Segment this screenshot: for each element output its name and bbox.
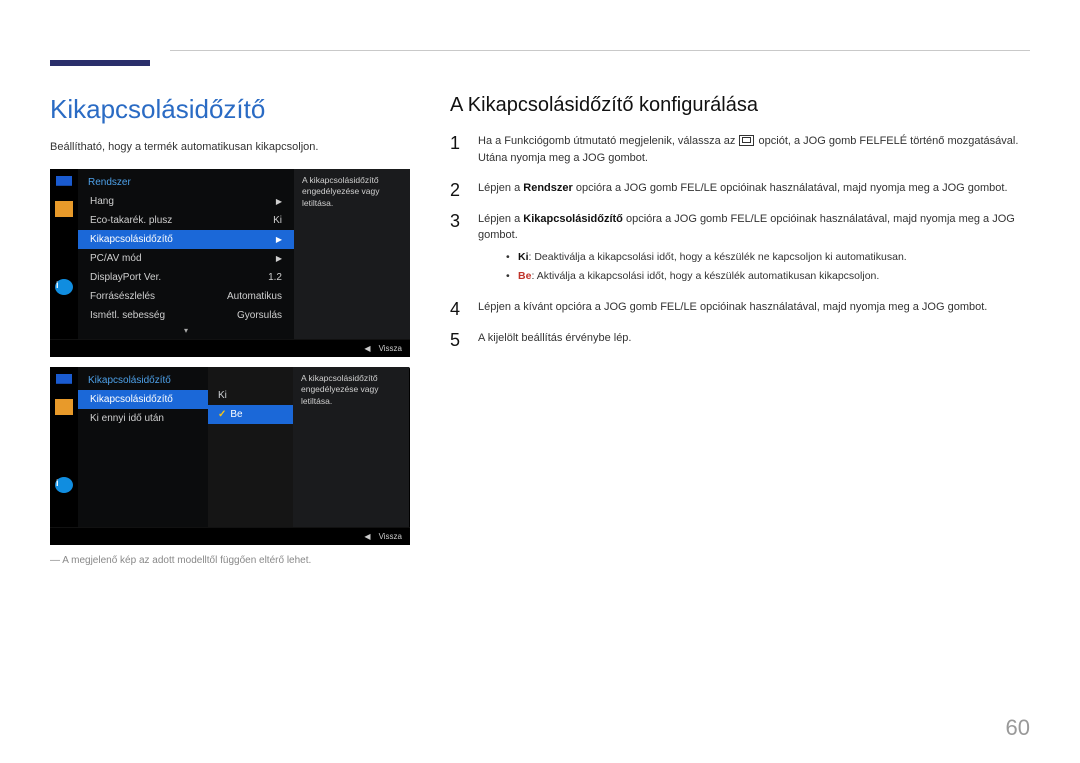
menu-icon bbox=[739, 135, 754, 146]
chevron-right-icon: ▶ bbox=[276, 235, 282, 244]
step-text: opcióra a JOG gomb FEL/LE opcióinak hasz… bbox=[573, 182, 1008, 194]
step-text: Lépjen a bbox=[478, 213, 523, 225]
picture-icon bbox=[55, 175, 73, 191]
chevron-down-icon: ▾ bbox=[78, 325, 294, 335]
menu-item-offtimer[interactable]: Kikapcsolásidőzítő ▶ bbox=[78, 230, 294, 249]
menu-item-value: Gyorsulás bbox=[237, 310, 282, 321]
options-bullets: Ki: Deaktiválja a kikapcsolási időt, hog… bbox=[506, 250, 1030, 286]
menu-item-pcav[interactable]: PC/AV mód ▶ bbox=[78, 249, 294, 268]
target-icon bbox=[55, 425, 73, 441]
menu-item-label: Kikapcsolásidőzítő bbox=[90, 394, 173, 405]
step-4: Lépjen a kívánt opcióra a JOG gomb FEL/L… bbox=[450, 299, 1030, 316]
osd-footer: ◀ Vissza bbox=[50, 339, 410, 357]
osd-menu-system: i Rendszer Hang ▶ Eco-takarék. plusz Ki Ki… bbox=[50, 169, 410, 357]
osd-help-text: A kikapcsolásidőzítő engedélyezése vagy … bbox=[294, 169, 410, 339]
bullet-text: : Deaktiválja a kikapcsolási időt, hogy … bbox=[529, 251, 907, 263]
step-2: Lépjen a Rendszer opcióra a JOG gomb FEL… bbox=[450, 180, 1030, 197]
menu-item-repeat[interactable]: Ismétl. sebesség Gyorsulás bbox=[78, 306, 294, 325]
menu-item-autosource[interactable]: Forrásészlelés Automatikus bbox=[78, 287, 294, 306]
submenu-item-offafter[interactable]: Ki ennyi idő után bbox=[78, 409, 208, 428]
menu-item-eco[interactable]: Eco-takarék. plusz Ki bbox=[78, 211, 294, 230]
back-label[interactable]: Vissza bbox=[379, 344, 402, 353]
menu-item-label: DisplayPort Ver. bbox=[90, 272, 161, 283]
chevron-right-icon: ▶ bbox=[276, 197, 282, 206]
menu-item-value: 1.2 bbox=[268, 272, 282, 283]
menu-item-value: Automatikus bbox=[227, 291, 282, 302]
osd-help-text: A kikapcsolásidőzítő engedélyezése vagy … bbox=[293, 367, 409, 527]
menu-item-label: Forrásészlelés bbox=[90, 291, 155, 302]
bullet-ki: Ki: Deaktiválja a kikapcsolási időt, hog… bbox=[506, 250, 1030, 266]
osd-footer: ◀ Vissza bbox=[50, 527, 410, 545]
submenu-item-offtimer[interactable]: Kikapcsolásidőzítő bbox=[78, 390, 208, 409]
menu-item-label: Ki ennyi idő után bbox=[90, 413, 164, 424]
option-label-ki: Ki bbox=[518, 251, 529, 263]
bullet-text: : Aktiválja a kikapcsolási időt, hogy a … bbox=[531, 270, 879, 282]
menu-item-dpver[interactable]: DisplayPort Ver. 1.2 bbox=[78, 268, 294, 287]
option-be[interactable]: ✓ Be bbox=[208, 405, 293, 424]
osd-iconbar: i bbox=[50, 367, 78, 527]
gear-icon bbox=[55, 253, 73, 269]
header-rule bbox=[170, 50, 1030, 51]
menu-item-label: Eco-takarék. plusz bbox=[90, 215, 172, 226]
gear-icon bbox=[55, 451, 73, 467]
menu-item-hang[interactable]: Hang ▶ bbox=[78, 192, 294, 211]
target-icon bbox=[55, 227, 73, 243]
menu-item-label: Hang bbox=[90, 196, 114, 207]
osd-iconbar: i bbox=[50, 169, 78, 339]
back-label[interactable]: Vissza bbox=[379, 532, 402, 541]
step-text: Ha a Funkciógomb útmutató megjelenik, vá… bbox=[478, 135, 738, 147]
back-icon[interactable]: ◀ bbox=[364, 532, 370, 541]
step-1: Ha a Funkciógomb útmutató megjelenik, vá… bbox=[450, 133, 1030, 166]
menu-item-label: Kikapcsolásidőzítő bbox=[90, 234, 173, 245]
color-icon bbox=[55, 399, 73, 415]
step-5: A kijelölt beállítás érvénybe lép. bbox=[450, 330, 1030, 347]
menu-item-label: Ismétl. sebesség bbox=[90, 310, 165, 321]
option-label: Be bbox=[230, 409, 242, 420]
osd-title: Kikapcsolásidőzítő bbox=[78, 371, 208, 390]
info-icon: i bbox=[55, 477, 73, 493]
model-note: ― A megjelenő kép az adott modelltől füg… bbox=[50, 555, 410, 566]
picture-icon bbox=[55, 373, 73, 389]
page-number: 60 bbox=[1006, 715, 1030, 741]
emphasis: Kikapcsolásidőzítő bbox=[523, 213, 623, 225]
osd-title: Rendszer bbox=[78, 173, 294, 192]
section-description: Beállítható, hogy a termék automatikusan… bbox=[50, 141, 410, 153]
header-accent-bar bbox=[50, 60, 150, 66]
check-icon: ✓ bbox=[218, 409, 226, 420]
option-ki[interactable]: Ki bbox=[208, 386, 293, 405]
bullet-be: Be: Aktiválja a kikapcsolási időt, hogy … bbox=[506, 269, 1030, 285]
back-icon[interactable]: ◀ bbox=[364, 344, 370, 353]
option-label-be: Be bbox=[518, 270, 531, 282]
section-title: Kikapcsolásidőzítő bbox=[50, 94, 410, 125]
chevron-right-icon: ▶ bbox=[276, 254, 282, 263]
menu-item-label: PC/AV mód bbox=[90, 253, 142, 264]
step-3: Lépjen a Kikapcsolásidőzítő opcióra a JO… bbox=[450, 211, 1030, 286]
info-icon: i bbox=[55, 279, 73, 295]
osd-options-list: Ki ✓ Be bbox=[208, 367, 293, 527]
osd-menu-offtimer: i Kikapcsolásidőzítő Kikapcsolásidőzítő … bbox=[50, 367, 410, 545]
steps-list: Ha a Funkciógomb útmutató megjelenik, vá… bbox=[450, 133, 1030, 346]
menu-item-value: Ki bbox=[273, 215, 282, 226]
subsection-title: A Kikapcsolásidőzítő konfigurálása bbox=[450, 94, 1030, 117]
step-text: Lépjen a bbox=[478, 182, 523, 194]
emphasis: Rendszer bbox=[523, 182, 573, 194]
color-icon bbox=[55, 201, 73, 217]
